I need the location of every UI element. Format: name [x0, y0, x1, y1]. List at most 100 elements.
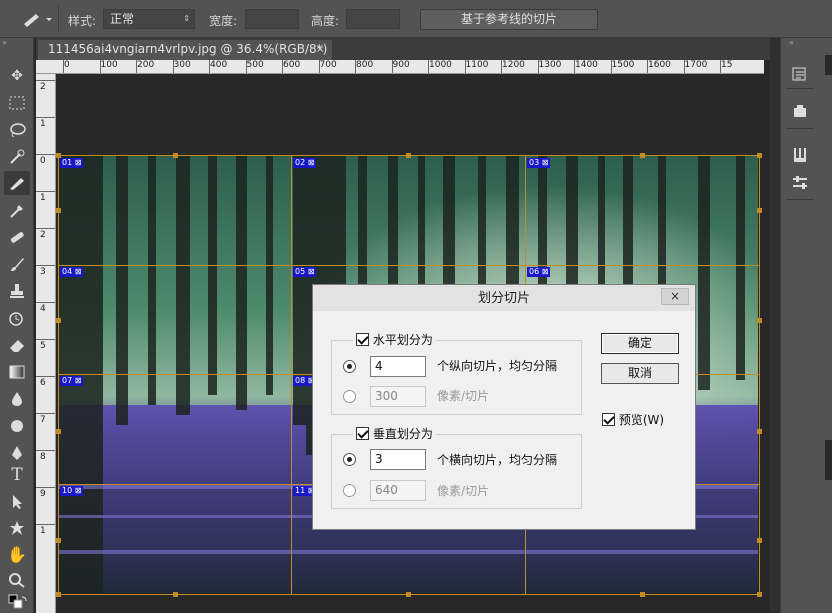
slice-handle[interactable] — [56, 318, 61, 323]
dodge-icon[interactable] — [4, 414, 30, 438]
slice-handle[interactable] — [56, 208, 61, 213]
slice-handle[interactable] — [56, 153, 61, 158]
history-brush-icon[interactable] — [4, 306, 30, 330]
move-icon[interactable]: ✥ — [4, 64, 30, 88]
slice-label[interactable]: 03 ⊠ — [527, 158, 551, 168]
slice-icon[interactable] — [4, 171, 30, 195]
ruler-tick — [36, 154, 55, 155]
panel-tab[interactable] — [825, 440, 832, 480]
brush-icon[interactable] — [4, 252, 30, 276]
ruler-tick — [172, 60, 174, 73]
horizontal-count-radio[interactable] — [343, 360, 356, 373]
ruler-tick-label: 0 — [64, 60, 70, 70]
color-swatches[interactable] — [8, 594, 30, 610]
horizontal-pixels-input[interactable]: 300 — [370, 386, 426, 407]
style-select[interactable]: 正常 ⇕ — [103, 9, 195, 29]
style-select-value: 正常 — [110, 12, 135, 26]
slice-handle[interactable] — [56, 592, 61, 597]
horizontal-ruler[interactable]: 0 100 200 300 400 500 600 700 800 900 1000 1100 1200… — [36, 60, 764, 74]
pen-icon[interactable] — [4, 441, 30, 465]
slice-handle[interactable] — [56, 538, 61, 543]
history-icon[interactable] — [786, 62, 814, 86]
blur-icon[interactable] — [4, 387, 30, 411]
slice-from-guides-button[interactable]: 基于参考线的切片 — [420, 9, 598, 30]
slice-label[interactable]: 10 ⊠ — [60, 486, 84, 496]
dialog-title[interactable]: 划分切片 — [313, 285, 695, 311]
tab-close-icon[interactable]: × — [316, 40, 328, 60]
collapse-icon[interactable]: « — [789, 39, 813, 47]
slice-handle[interactable] — [173, 153, 178, 158]
horizontal-count-suffix: 个纵向切片，均匀分隔 — [437, 359, 558, 373]
height-input[interactable] — [346, 9, 400, 29]
type-icon[interactable]: T — [4, 463, 30, 487]
vertical-pixels-input[interactable]: 640 — [370, 480, 426, 501]
stamp-icon[interactable] — [4, 279, 30, 303]
guide-line[interactable] — [58, 265, 760, 266]
slice-label[interactable]: 06 ⊠ — [527, 267, 551, 277]
slice-handle[interactable] — [757, 318, 762, 323]
slice-handle[interactable] — [173, 592, 178, 597]
vertical-pixels-radio[interactable] — [343, 484, 356, 497]
eraser-icon[interactable] — [4, 333, 30, 357]
panel-tab[interactable] — [825, 55, 832, 75]
vertical-count-input[interactable]: 3 — [370, 449, 426, 470]
adjustments-icon[interactable] — [786, 171, 814, 195]
guide-line[interactable] — [291, 155, 292, 595]
slice-handle[interactable] — [757, 592, 762, 597]
marquee-icon[interactable] — [4, 91, 30, 115]
lasso-icon[interactable] — [4, 118, 30, 142]
horizontal-pixels-radio[interactable] — [343, 390, 356, 403]
slice-label[interactable]: 01 ⊠ — [60, 158, 84, 168]
eyedropper-icon[interactable] — [4, 198, 30, 222]
document-tab[interactable]: 111456ai4vngiarn4vrlpv.jpg @ 36.4%(RGB/8… — [38, 40, 332, 75]
dialog-close-button[interactable]: × — [661, 288, 689, 305]
slice-label[interactable]: 04 ⊠ — [60, 267, 84, 277]
slice-handle[interactable] — [406, 592, 411, 597]
ruler-tick — [537, 60, 539, 73]
path-select-icon[interactable] — [4, 490, 30, 514]
slice-handle[interactable] — [757, 153, 762, 158]
slice-label[interactable]: 07 ⊠ — [60, 376, 84, 386]
horizontal-divide-checkbox[interactable] — [356, 333, 369, 346]
slice-handle[interactable] — [56, 429, 61, 434]
shape-icon[interactable] — [4, 516, 30, 540]
vertical-count-radio[interactable] — [343, 453, 356, 466]
updown-icon: ⇕ — [183, 14, 190, 23]
ruler-tick — [391, 60, 393, 73]
width-input[interactable] — [245, 9, 299, 29]
ruler-tick-label: 1600 — [648, 60, 671, 70]
ruler-tick — [245, 60, 247, 73]
slice-handle[interactable] — [640, 592, 645, 597]
divider — [787, 128, 813, 129]
healing-icon[interactable] — [4, 225, 30, 249]
slice-handle[interactable] — [757, 429, 762, 434]
preview-checkbox[interactable] — [602, 413, 615, 426]
vertical-ruler[interactable]: 2 1 0 1 2 3 4 5 6 7 8 9 1 — [36, 74, 56, 613]
brushes-icon[interactable] — [786, 143, 814, 167]
ruler-tick — [355, 60, 356, 73]
guide-line[interactable] — [58, 155, 59, 595]
ruler-tick — [282, 60, 283, 73]
slice-handle[interactable] — [406, 153, 411, 158]
properties-icon[interactable] — [786, 100, 814, 124]
ruler-tick — [36, 228, 55, 229]
gradient-icon[interactable] — [4, 360, 30, 384]
slice-handle[interactable] — [757, 208, 762, 213]
ok-button[interactable]: 确定 — [601, 333, 679, 354]
hand-icon[interactable]: ✋ — [4, 543, 30, 567]
slice-tool-preset-icon[interactable] — [20, 8, 54, 30]
slice-handle[interactable] — [640, 153, 645, 158]
zoom-icon[interactable] — [4, 568, 30, 592]
quick-select-icon[interactable] — [4, 145, 30, 169]
ruler-tick — [63, 60, 64, 73]
vertical-divide-checkbox[interactable] — [356, 427, 369, 440]
ruler-tick-label: 8 — [40, 452, 46, 462]
slice-handle[interactable] — [757, 538, 762, 543]
collapse-icon[interactable]: » — [2, 39, 32, 47]
slice-label[interactable]: 05 ⊠ — [293, 267, 317, 277]
horizontal-count-input[interactable]: 4 — [370, 356, 426, 377]
cancel-button[interactable]: 取消 — [601, 363, 679, 384]
slice-label[interactable]: 02 ⊠ — [293, 158, 317, 168]
ruler-tick — [36, 450, 55, 451]
guide-line[interactable] — [759, 155, 760, 595]
